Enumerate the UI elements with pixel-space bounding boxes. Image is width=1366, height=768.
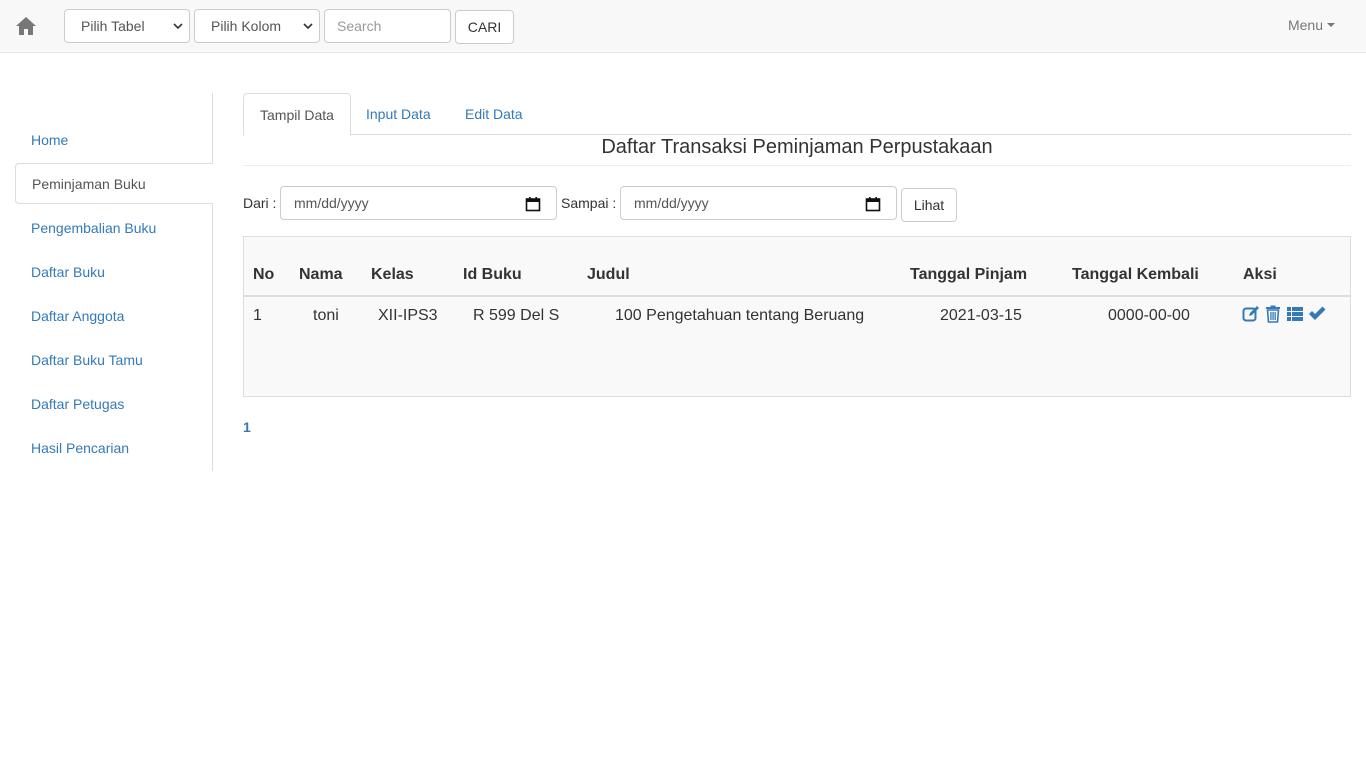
chevron-down-icon — [303, 23, 313, 30]
sidebar-item-peminjaman-buku[interactable]: Peminjaman Buku — [15, 163, 213, 204]
column-header: Judul — [587, 266, 630, 283]
column-header: Aksi — [1243, 266, 1277, 283]
sidebar-item-daftar-buku[interactable]: Daftar Buku — [15, 251, 213, 292]
check-icon[interactable] — [1308, 305, 1326, 323]
table-header: No Nama Kelas Id Buku Judul Tanggal Pinj… — [244, 237, 1350, 297]
lihat-button[interactable]: Lihat — [901, 188, 957, 222]
column-select[interactable]: Pilih Kolom — [194, 9, 320, 43]
cell-tanggal-kembali: 0000-00-00 — [1108, 307, 1190, 324]
tab-tampil-data[interactable]: Tampil Data — [243, 93, 351, 136]
tab-bar: Tampil Data Input Data Edit Data — [243, 93, 1351, 136]
sidebar-item-daftar-buku-tamu[interactable]: Daftar Buku Tamu — [15, 339, 213, 380]
cell-nama: toni — [313, 307, 339, 324]
menu-label: Menu — [1287, 17, 1323, 33]
search-input[interactable]: Search — [324, 9, 451, 43]
column-header: Id Buku — [463, 266, 522, 283]
sidebar-item-hasil-pencarian[interactable]: Hasil Pencarian — [15, 427, 213, 468]
search-button[interactable]: CARI — [455, 10, 514, 44]
pagination-page-1[interactable]: 1 — [243, 419, 251, 435]
column-header: Tanggal Kembali — [1072, 266, 1199, 283]
table-select-value: Pilih Tabel — [81, 18, 145, 34]
list-icon[interactable] — [1286, 305, 1304, 323]
from-date-placeholder: mm/dd/yyyy — [294, 195, 369, 211]
cell-no: 1 — [253, 307, 262, 324]
caret-down-icon — [1327, 23, 1335, 27]
column-select-value: Pilih Kolom — [211, 18, 282, 34]
cell-kelas: XII-IPS3 — [378, 307, 438, 324]
cell-id-buku: R 599 Del S — [473, 307, 560, 324]
to-date-placeholder: mm/dd/yyyy — [634, 195, 709, 211]
cell-tanggal-pinjam: 2021-03-15 — [940, 307, 1022, 324]
calendar-icon[interactable] — [865, 196, 881, 212]
transactions-table: No Nama Kelas Id Buku Judul Tanggal Pinj… — [243, 236, 1351, 397]
sidebar-item-pengembalian-buku[interactable]: Pengembalian Buku — [15, 207, 213, 248]
column-header: Tanggal Pinjam — [910, 266, 1028, 283]
divider — [243, 165, 1351, 166]
tab-input-data[interactable]: Input Data — [350, 93, 447, 135]
to-label: Sampai : — [561, 195, 617, 211]
sidebar-item-daftar-petugas[interactable]: Daftar Petugas — [15, 383, 213, 424]
table-select[interactable]: Pilih Tabel — [64, 9, 190, 43]
tab-edit-data[interactable]: Edit Data — [449, 93, 539, 135]
trash-icon[interactable] — [1264, 305, 1282, 323]
home-icon[interactable] — [14, 14, 38, 38]
search-placeholder: Search — [337, 18, 382, 34]
sidebar-item-daftar-anggota[interactable]: Daftar Anggota — [15, 295, 213, 336]
column-header: Nama — [299, 266, 343, 283]
from-date-field[interactable]: mm/dd/yyyy — [280, 186, 557, 220]
calendar-icon[interactable] — [525, 196, 541, 212]
column-header: Kelas — [371, 266, 414, 283]
sidebar: Home Peminjaman Buku Pengembalian Buku D… — [15, 93, 213, 471]
from-label: Dari : — [243, 195, 277, 211]
row-actions — [1242, 305, 1326, 323]
column-header: No — [253, 266, 275, 283]
edit-icon[interactable] — [1242, 305, 1260, 323]
page-title: Daftar Transaksi Peminjaman Perpustakaan — [601, 136, 993, 158]
menu-dropdown[interactable]: Menu — [1288, 17, 1335, 33]
sidebar-item-home[interactable]: Home — [15, 119, 213, 160]
chevron-down-icon — [173, 23, 183, 30]
top-navbar: Pilih Tabel Pilih Kolom Search CARI Menu — [0, 0, 1366, 53]
cell-judul: 100 Pengetahuan tentang Beruang — [615, 307, 865, 324]
to-date-field[interactable]: mm/dd/yyyy — [620, 186, 897, 220]
